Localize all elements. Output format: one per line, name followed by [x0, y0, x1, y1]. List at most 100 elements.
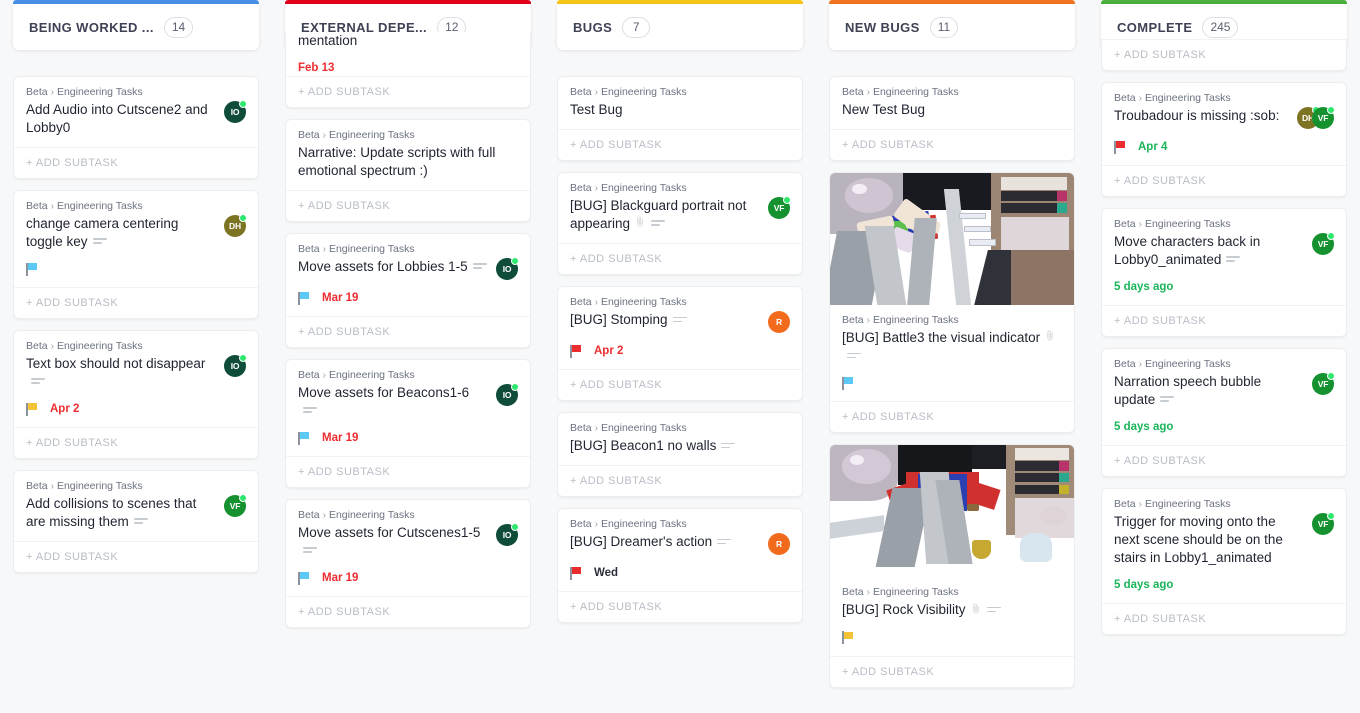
due-date[interactable]: Mar 19 [322, 432, 358, 444]
task-card[interactable]: Beta › Engineering Tasks Add collisions to … [13, 470, 259, 573]
column-header-bugs[interactable]: BUGS 7 [557, 0, 803, 50]
task-card[interactable]: mentation Feb 13 + ADD SUBTASK [285, 32, 531, 108]
task-title[interactable]: Trigger for moving onto the next scene s… [1114, 513, 1304, 567]
task-card[interactable]: Beta › Engineering Tasks Narrative: Update … [285, 119, 531, 222]
assignee-avatars[interactable]: VF [1312, 232, 1335, 255]
due-date[interactable]: 5 days ago [1114, 421, 1173, 433]
flag-icon[interactable] [26, 262, 38, 276]
task-title[interactable]: Move assets for Cutscenes1-5 [298, 524, 488, 560]
assignee-avatars[interactable]: DH VF [1297, 106, 1335, 129]
avatar[interactable]: VF [1312, 106, 1335, 129]
task-title[interactable]: [BUG] Beacon1 no walls [570, 437, 790, 455]
add-subtask-button[interactable]: + ADD SUBTASK [1102, 165, 1346, 196]
assignee-avatars[interactable]: VF [1312, 372, 1335, 395]
due-date[interactable]: Wed [594, 567, 618, 579]
assignee-avatars[interactable]: IO [496, 523, 519, 546]
avatar[interactable]: VF [224, 494, 247, 517]
task-card[interactable]: Beta › Engineering Tasks Trigger for moving… [1101, 488, 1347, 635]
task-card[interactable]: Beta › Engineering Tasks [BUG] Stomping R Apr… [557, 286, 803, 402]
assignee-avatars[interactable]: DH [224, 214, 247, 237]
task-card[interactable]: Beta › Engineering Tasks Narration speech b… [1101, 348, 1347, 477]
task-title[interactable]: Troubadour is missing :sob: [1114, 107, 1289, 125]
task-card[interactable]: Beta › Engineering Tasks New Test Bug + ADD … [829, 76, 1075, 161]
flag-icon[interactable] [26, 402, 38, 416]
add-subtask-button[interactable]: + ADD SUBTASK [830, 129, 1074, 160]
avatar[interactable]: VF [1312, 372, 1335, 395]
add-subtask-button[interactable]: + ADD SUBTASK [830, 401, 1074, 432]
avatar[interactable]: IO [224, 354, 247, 377]
task-title[interactable]: Add Audio into Cutscene2 and Lobby0 [26, 101, 216, 137]
assignee-avatars[interactable]: VF [224, 494, 247, 517]
due-date[interactable]: Mar 19 [322, 292, 358, 304]
assignee-avatars[interactable]: R [768, 311, 790, 334]
flag-icon[interactable] [298, 571, 310, 585]
assignee-avatars[interactable]: IO [224, 354, 247, 377]
add-subtask-button[interactable]: + ADD SUBTASK [558, 129, 802, 160]
task-card[interactable]: Beta › Engineering Tasks [BUG] Rock Visibil… [829, 444, 1075, 688]
assignee-avatars[interactable]: IO [496, 257, 519, 280]
add-subtask-button[interactable]: + ADD SUBTASK [286, 596, 530, 627]
add-subtask-button[interactable]: + ADD SUBTASK [14, 427, 258, 458]
flag-icon[interactable] [842, 631, 854, 645]
flag-icon[interactable] [570, 566, 582, 580]
flag-icon[interactable] [570, 344, 582, 358]
due-date[interactable]: 5 days ago [1114, 579, 1173, 591]
avatar[interactable]: R [768, 533, 790, 556]
due-date[interactable]: Apr 2 [50, 403, 79, 415]
flag-icon[interactable] [1114, 140, 1126, 154]
task-card[interactable]: Beta › Engineering Tasks Test Bug + ADD SUBT… [557, 76, 803, 161]
due-date[interactable]: Mar 19 [322, 572, 358, 584]
avatar[interactable]: VF [1312, 232, 1335, 255]
add-subtask-button[interactable]: + ADD SUBTASK [1102, 445, 1346, 476]
task-card[interactable]: Beta › Engineering Tasks Move characters ba… [1101, 208, 1347, 337]
task-title[interactable]: Narrative: Update scripts with full emot… [298, 144, 518, 180]
task-card[interactable]: Beta › Engineering Tasks [BUG] Dreamer's ac… [557, 508, 803, 624]
add-subtask-button[interactable]: + ADD SUBTASK [558, 243, 802, 274]
task-card[interactable]: Beta › Engineering Tasks [BUG] Blackguard p… [557, 172, 803, 276]
add-subtask-button[interactable]: + ADD SUBTASK [1102, 603, 1346, 634]
task-title[interactable]: [BUG] Stomping [570, 311, 760, 329]
column-header-bar-new-bugs[interactable]: NEW BUGS 11 [829, 4, 1075, 50]
add-subtask-button[interactable]: + ADD SUBTASK [14, 147, 258, 178]
task-card[interactable]: Beta › Engineering Tasks Add Audio into Cut… [13, 76, 259, 179]
add-subtask-button[interactable]: + ADD SUBTASK [14, 287, 258, 318]
task-card[interactable]: Beta › Engineering Tasks Troubadour is miss… [1101, 82, 1347, 197]
task-card[interactable]: Beta › Engineering Tasks Move assets for Lo… [285, 233, 531, 348]
task-title[interactable]: Narration speech bubble update [1114, 373, 1304, 409]
assignee-avatars[interactable]: IO [496, 383, 519, 406]
task-title[interactable]: [BUG] Dreamer's action [570, 533, 760, 551]
task-card[interactable]: Beta › Engineering Tasks Text box should no… [13, 330, 259, 459]
task-title[interactable]: Text box should not disappear [26, 355, 216, 391]
add-subtask-button[interactable]: + ADD SUBTASK [830, 655, 1074, 687]
assignee-avatars[interactable]: VF [1312, 512, 1335, 535]
task-title[interactable]: mentation [298, 32, 518, 50]
column-header-new-bugs[interactable]: NEW BUGS 11 [829, 0, 1075, 50]
avatar[interactable]: IO [496, 523, 519, 546]
avatar[interactable]: VF [1312, 512, 1335, 535]
flag-icon[interactable] [298, 431, 310, 445]
task-title[interactable]: [BUG] Blackguard portrait not appearing [570, 197, 760, 233]
task-title[interactable]: [BUG] Battle3 the visual indicator [842, 329, 1062, 365]
task-title[interactable]: Test Bug [570, 101, 790, 119]
avatar[interactable]: R [768, 311, 790, 334]
avatar[interactable]: IO [496, 383, 519, 406]
task-card[interactable]: Beta › Engineering Tasks Move assets for Be… [285, 359, 531, 488]
add-subtask-button[interactable]: + ADD SUBTASK [558, 591, 802, 622]
flag-icon[interactable] [842, 376, 854, 390]
column-header-being-worked-on[interactable]: BEING WORKED ... 14 [13, 0, 259, 50]
task-title[interactable]: Move assets for Lobbies 1-5 [298, 258, 488, 276]
due-date[interactable]: Feb 13 [298, 62, 334, 74]
due-date[interactable]: Apr 4 [1138, 141, 1167, 153]
task-card[interactable]: Beta › Engineering Tasks Move assets for Cu… [285, 499, 531, 628]
due-date[interactable]: Apr 2 [594, 345, 623, 357]
add-subtask-button[interactable]: + ADD SUBTASK [286, 456, 530, 487]
avatar[interactable]: IO [224, 100, 247, 123]
add-subtask-button[interactable]: + ADD SUBTASK [1102, 39, 1346, 70]
flag-icon[interactable] [298, 291, 310, 305]
task-card[interactable]: Beta › Engineering Tasks [BUG] Beacon1 no w… [557, 412, 803, 498]
avatar[interactable]: DH [224, 214, 247, 237]
due-date[interactable]: 5 days ago [1114, 281, 1173, 293]
add-subtask-button[interactable]: + ADD SUBTASK [286, 316, 530, 347]
task-card[interactable]: Beta › Engineering Tasks [BUG] Battle3 the … [829, 172, 1075, 434]
task-title[interactable]: New Test Bug [842, 101, 1062, 119]
